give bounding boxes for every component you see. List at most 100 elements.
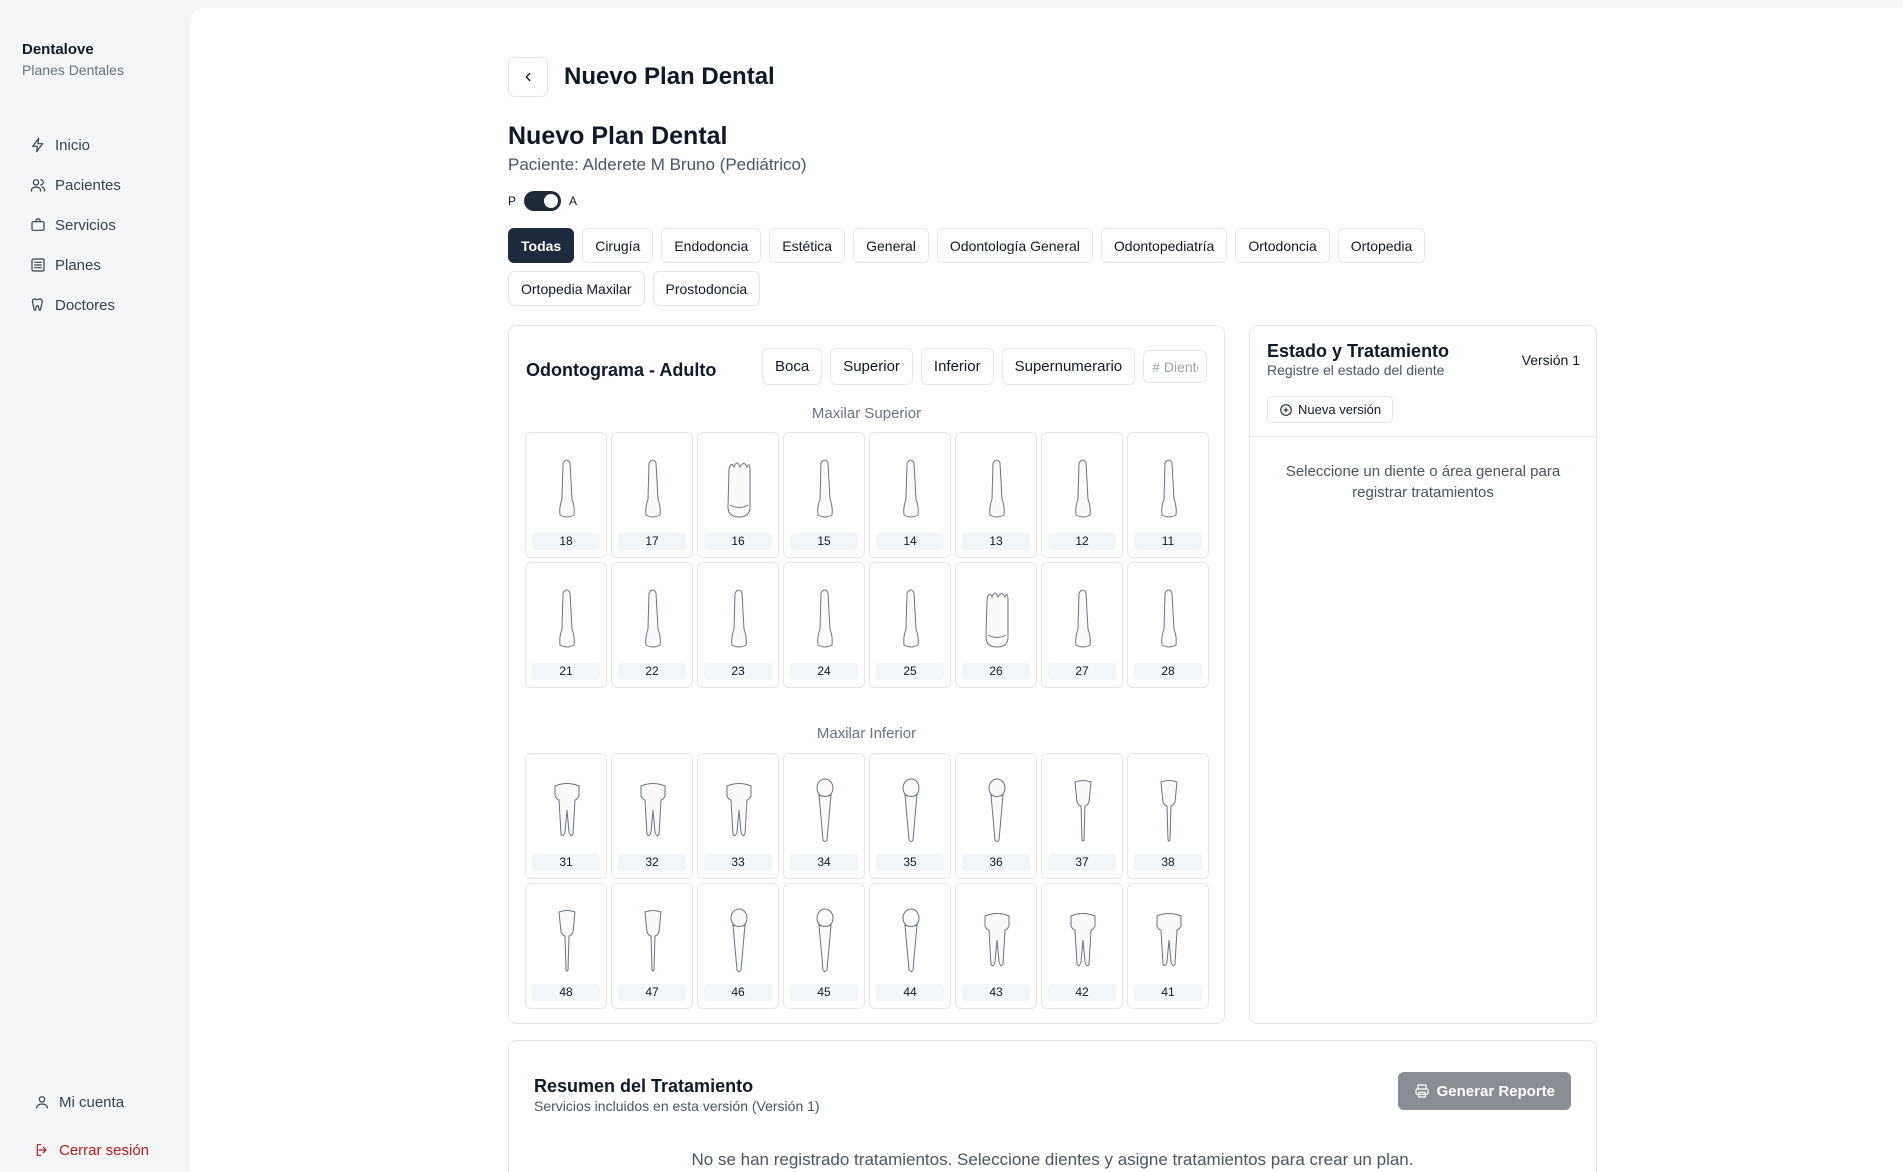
version-label: Versión 1 [1521, 352, 1580, 368]
tooth[interactable]: 15 [783, 432, 865, 558]
tooth[interactable]: 22 [611, 562, 693, 688]
tooth[interactable]: 13 [955, 432, 1037, 558]
tooth[interactable]: 48 [525, 883, 607, 1009]
tooth[interactable]: 37 [1041, 753, 1123, 879]
filter-chip[interactable]: Ortopedia [1337, 228, 1426, 263]
tooth[interactable]: 35 [869, 753, 951, 879]
printer-icon [1415, 1084, 1429, 1098]
logout-link[interactable]: Cerrar sesión [26, 1126, 176, 1172]
filter-chip[interactable]: Prostodoncia [652, 271, 761, 306]
filter-chip[interactable]: Odontología General [936, 228, 1093, 263]
tooth-number: 24 [790, 663, 858, 680]
sidebar-item-pacientes[interactable]: Pacientes [22, 165, 172, 205]
briefcase-icon [31, 218, 45, 231]
tooth[interactable]: 28 [1127, 562, 1209, 688]
tooth-number: 25 [876, 663, 944, 680]
sidebar-nav: Inicio Pacientes Servicios Planes Doctor… [22, 125, 172, 325]
tooth-icon [903, 589, 919, 648]
new-version-button[interactable]: Nueva versión [1267, 396, 1394, 423]
filter-chip[interactable]: Cirugía [582, 228, 654, 263]
tooth-icon [1160, 780, 1178, 842]
odontogram-title: Odontograma - Adulto [526, 360, 717, 380]
tooth-icon [816, 908, 834, 972]
boca-button[interactable]: Boca [762, 348, 823, 385]
tooth-number: 37 [1048, 854, 1116, 871]
dentition-toggle[interactable] [524, 191, 562, 211]
dentition-toggle-row: P A [508, 191, 577, 211]
filter-chip[interactable]: Estética [769, 228, 846, 263]
generate-report-button[interactable]: Generar Reporte [1397, 1072, 1571, 1110]
sidebar-item-label: Planes [55, 256, 101, 274]
sidebar-item-inicio[interactable]: Inicio [22, 125, 172, 165]
tooth-number: 23 [704, 663, 772, 680]
tooth-number: 48 [532, 984, 600, 1001]
tooth[interactable]: 18 [525, 432, 607, 558]
tooth[interactable]: 46 [697, 883, 779, 1009]
tooth-icon [984, 913, 1010, 967]
tooth-number: 42 [1048, 984, 1116, 1001]
lower-arch-label: Maxilar Inferior [816, 725, 917, 742]
tooth-number: 46 [704, 984, 772, 1001]
tooth[interactable]: 45 [783, 883, 865, 1009]
estado-title: Estado y Tratamiento [1267, 341, 1450, 361]
filter-chip[interactable]: Endodoncia [661, 228, 762, 263]
tooth[interactable]: 14 [869, 432, 951, 558]
tooth[interactable]: 32 [611, 753, 693, 879]
tooth[interactable]: 42 [1041, 883, 1123, 1009]
filter-chip[interactable]: Ortodoncia [1235, 228, 1330, 263]
back-button[interactable] [508, 57, 548, 97]
tooth-search-input[interactable] [1143, 350, 1208, 383]
tooth[interactable]: 25 [869, 562, 951, 688]
sidebar-item-servicios[interactable]: Servicios [22, 205, 172, 245]
filter-chip[interactable]: Ortopedia Maxilar [508, 271, 645, 306]
tooth[interactable]: 34 [783, 753, 865, 879]
tooth-icon [902, 908, 920, 972]
tooth[interactable]: 44 [869, 883, 951, 1009]
tooth-icon [559, 459, 575, 518]
tooth-number: 26 [962, 663, 1030, 680]
tooth[interactable]: 27 [1041, 562, 1123, 688]
tooth[interactable]: 17 [611, 432, 693, 558]
supernumerario-button[interactable]: Supernumerario [1001, 348, 1136, 385]
tooth-number: 32 [618, 854, 686, 871]
sidebar-item-planes[interactable]: Planes [22, 245, 172, 285]
tooth-number: 18 [532, 533, 600, 550]
tooth-number: 43 [962, 984, 1030, 1001]
tooth-icon [989, 459, 1005, 518]
tooth[interactable]: 38 [1127, 753, 1209, 879]
tooth-icon [1070, 913, 1096, 967]
tooth-icon [730, 908, 748, 972]
zap-icon [32, 137, 44, 153]
tooth-icon [817, 589, 833, 648]
tooth-icon [988, 778, 1006, 842]
tooth[interactable]: 16 [697, 432, 779, 558]
tooth[interactable]: 33 [697, 753, 779, 879]
tooth-number: 27 [1048, 663, 1116, 680]
tooth-number: 36 [962, 854, 1030, 871]
tooth-icon [640, 783, 666, 837]
tooth-number: 47 [618, 984, 686, 1001]
sidebar-item-label: Doctores [55, 296, 116, 314]
tooth[interactable]: 41 [1127, 883, 1209, 1009]
tooth[interactable]: 11 [1127, 432, 1209, 558]
inferior-button[interactable]: Inferior [920, 348, 994, 385]
filter-chip[interactable]: Odontopediatría [1100, 228, 1228, 263]
superior-button[interactable]: Superior [830, 348, 913, 385]
tooth[interactable]: 12 [1041, 432, 1123, 558]
filter-chip[interactable]: Todas [508, 228, 575, 263]
tooth-icon [1156, 913, 1182, 967]
tooth-icon [727, 462, 751, 518]
brand-name: Dentalove [22, 41, 94, 58]
tooth[interactable]: 21 [525, 562, 607, 688]
account-link[interactable]: Mi cuenta [26, 1078, 176, 1126]
tooth[interactable]: 24 [783, 562, 865, 688]
tooth[interactable]: 23 [697, 562, 779, 688]
tooth[interactable]: 47 [611, 883, 693, 1009]
tooth[interactable]: 26 [955, 562, 1037, 688]
tooth[interactable]: 31 [525, 753, 607, 879]
tooth[interactable]: 36 [955, 753, 1037, 879]
logout-label: Cerrar sesión [59, 1141, 150, 1159]
filter-chip[interactable]: General [853, 228, 929, 263]
sidebar-item-doctores[interactable]: Doctores [22, 285, 172, 325]
tooth[interactable]: 43 [955, 883, 1037, 1009]
